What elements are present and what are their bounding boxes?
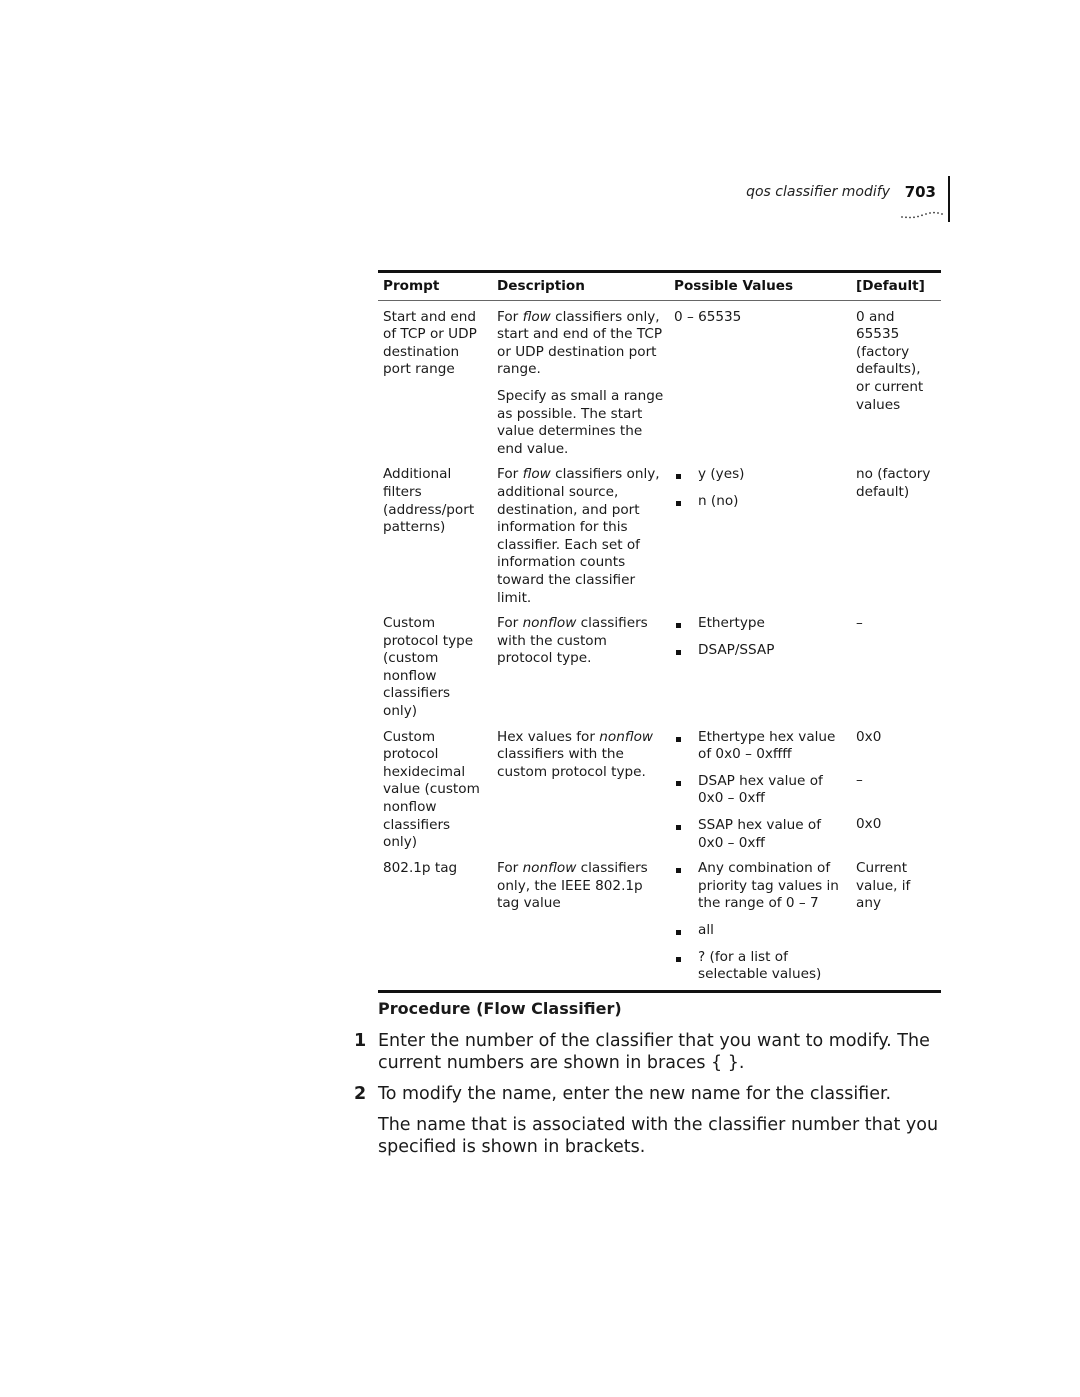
cell-default: 0x0 – 0x0 bbox=[851, 729, 941, 861]
value-item: SSAP hex value of 0x0 – 0xff bbox=[674, 817, 846, 852]
page-header: qos classifier modify 703 bbox=[700, 176, 950, 224]
column-header-default: [Default] bbox=[856, 278, 925, 294]
running-title: qos classifier modify bbox=[746, 184, 890, 200]
value-item: all bbox=[674, 922, 846, 940]
cell-description: Hex values for nonflow classifiers with … bbox=[497, 728, 654, 780]
parameters-table: Prompt Description Possible Values [Defa… bbox=[378, 270, 941, 993]
cell-possible-values: Ethertype DSAP/SSAP bbox=[669, 615, 851, 729]
cell-description: For flow classifiers only, additional so… bbox=[497, 466, 660, 606]
default-value: 0x0 bbox=[856, 728, 882, 745]
procedure-step: 2 To modify the name, enter the new name… bbox=[354, 1083, 964, 1105]
procedure-note: The name that is associated with the cla… bbox=[378, 1115, 939, 1157]
table-row: Custom protocol type (custom nonflow cla… bbox=[378, 615, 941, 729]
step-number: 2 bbox=[354, 1084, 367, 1104]
value-item: Ethertype bbox=[674, 615, 846, 633]
cell-possible-values: Any combination of priority tag values i… bbox=[669, 860, 851, 991]
step-text: Enter the number of the classifier that … bbox=[378, 1031, 930, 1073]
value-item: DSAP hex value of 0x0 – 0xff bbox=[674, 773, 846, 808]
header-rule bbox=[948, 176, 950, 222]
table-row: 802.1p tag For nonflow classifiers only,… bbox=[378, 860, 941, 992]
cell-prompt: Custom protocol hexidecimal value (custo… bbox=[383, 728, 480, 851]
cell-description: For nonflow classifiers with the custom … bbox=[497, 615, 648, 667]
column-header-possible-values: Possible Values bbox=[674, 278, 794, 294]
value-item: Any combination of priority tag values i… bbox=[674, 860, 846, 913]
cell-possible-values: Ethertype hex value of 0x0 – 0xffff DSAP… bbox=[669, 729, 851, 861]
value-item: ? (for a list of selectable values) bbox=[674, 949, 846, 984]
value-item: DSAP/SSAP bbox=[674, 642, 846, 660]
cell-description: For nonflow classifiers only, the IEEE 8… bbox=[497, 860, 648, 912]
cell-default: Current value, if any bbox=[856, 860, 911, 912]
page-number: 703 bbox=[904, 183, 936, 201]
cell-prompt: Additional filters (address/port pattern… bbox=[383, 466, 475, 536]
table-header-row: Prompt Description Possible Values [Defa… bbox=[378, 271, 941, 301]
table-row: Custom protocol hexidecimal value (custo… bbox=[378, 729, 941, 861]
decorative-dots-icon bbox=[901, 211, 943, 219]
step-number: 1 bbox=[354, 1031, 367, 1051]
column-header-prompt: Prompt bbox=[383, 278, 440, 294]
procedure-step: 1 Enter the number of the classifier tha… bbox=[354, 1030, 964, 1074]
table-row: Start and end of TCP or UDP destination … bbox=[378, 300, 941, 466]
default-value: – bbox=[856, 772, 863, 789]
cell-prompt: 802.1p tag bbox=[383, 860, 458, 877]
procedure-section: Procedure (Flow Classifier) 1 Enter the … bbox=[354, 998, 964, 1158]
cell-prompt: Start and end of TCP or UDP destination … bbox=[383, 308, 477, 378]
value-item: Ethertype hex value of 0x0 – 0xffff bbox=[674, 729, 846, 764]
cell-default: 0 and 65535 (factory defaults), or curre… bbox=[856, 308, 924, 413]
cell-default: no (factory default) bbox=[856, 466, 931, 500]
table-row: Additional filters (address/port pattern… bbox=[378, 466, 941, 615]
cell-possible-values: 0 – 65535 bbox=[674, 308, 742, 325]
cell-possible-values: y (yes) n (no) bbox=[669, 466, 851, 615]
column-header-description: Description bbox=[497, 278, 585, 294]
procedure-heading: Procedure (Flow Classifier) bbox=[378, 999, 622, 1018]
cell-prompt: Custom protocol type (custom nonflow cla… bbox=[383, 615, 474, 720]
cell-description: For flow classifiers only, start and end… bbox=[497, 308, 664, 457]
value-item: y (yes) bbox=[674, 466, 846, 484]
step-text: To modify the name, enter the new name f… bbox=[378, 1084, 892, 1104]
cell-default: – bbox=[856, 615, 863, 632]
value-item: n (no) bbox=[674, 493, 846, 511]
default-value: 0x0 bbox=[856, 815, 882, 832]
